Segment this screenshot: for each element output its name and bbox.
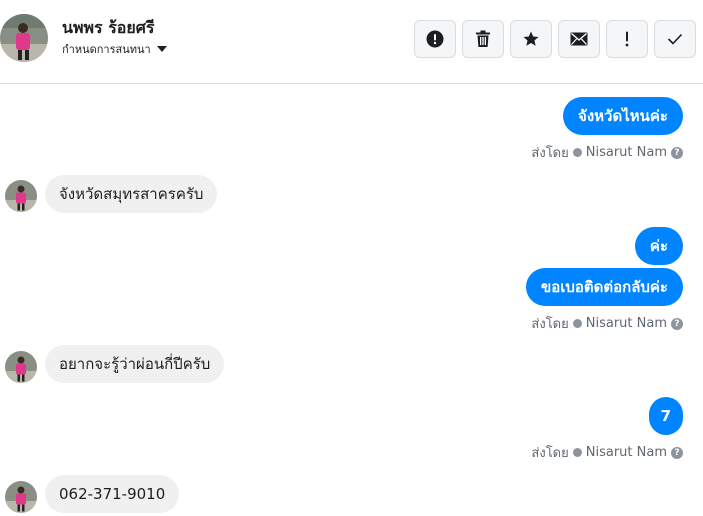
mark-unread-button[interactable] bbox=[558, 20, 600, 58]
conversation-settings-dropdown[interactable]: กำหนดการสนทนา bbox=[62, 40, 167, 58]
avatar bbox=[5, 351, 37, 383]
sent-by-line: ส่งโดย Nisarut Nam ? bbox=[531, 142, 683, 163]
contact-name: นพพร ร้อยศรี bbox=[62, 18, 155, 37]
check-icon bbox=[667, 33, 683, 45]
verified-dot-icon bbox=[572, 319, 582, 328]
message-outgoing: ขอเบอติดต่อกลับค่ะ bbox=[525, 268, 683, 306]
message-outgoing: จังหวัดไหนค่ะ bbox=[563, 97, 683, 135]
sent-by-prefix: ส่งโดย bbox=[531, 446, 569, 461]
star-button[interactable] bbox=[510, 20, 552, 58]
verified-dot-icon bbox=[572, 148, 582, 157]
sent-by-name: Nisarut Nam bbox=[585, 145, 667, 160]
conversation-header: นพพร ร้อยศรี กำหนดการสนทนา bbox=[0, 0, 703, 84]
verified-dot-icon bbox=[572, 448, 582, 457]
trash-icon bbox=[476, 30, 490, 47]
message-incoming: จังหวัดสมุทรสาครครับ bbox=[45, 175, 218, 213]
envelope-icon bbox=[570, 32, 588, 46]
avatar bbox=[5, 481, 37, 513]
sent-by-name: Nisarut Nam bbox=[585, 316, 667, 331]
sent-by-prefix: ส่งโดย bbox=[531, 317, 569, 332]
mark-done-button[interactable] bbox=[654, 20, 696, 58]
sent-by-prefix: ส่งโดย bbox=[531, 146, 569, 161]
star-icon bbox=[523, 31, 539, 46]
conversation-settings-label: กำหนดการสนทนา bbox=[62, 43, 151, 56]
help-icon[interactable]: ? bbox=[671, 146, 683, 159]
contact-avatar[interactable] bbox=[0, 14, 48, 62]
exclamation-circle-icon bbox=[426, 30, 444, 48]
help-icon[interactable]: ? bbox=[671, 446, 683, 459]
sent-by-line: ส่งโดย Nisarut Nam ? bbox=[531, 313, 683, 334]
message-incoming: อยากจะรู้ว่าผ่อนกี่ปีครับ bbox=[45, 345, 225, 383]
message-incoming: 062-371-9010 bbox=[45, 475, 180, 513]
avatar bbox=[5, 180, 37, 212]
help-icon[interactable]: ? bbox=[671, 317, 683, 330]
sent-by-line: ส่งโดย Nisarut Nam ? bbox=[531, 442, 683, 463]
message-outgoing: 7 bbox=[648, 397, 683, 435]
delete-button[interactable] bbox=[462, 20, 504, 58]
message-outgoing: ค่ะ bbox=[634, 227, 683, 265]
report-button[interactable] bbox=[414, 20, 456, 58]
caret-down-icon bbox=[156, 46, 167, 52]
exclamation-icon bbox=[625, 31, 629, 47]
mark-spam-button[interactable] bbox=[606, 20, 648, 58]
conversation-toolbar bbox=[414, 20, 696, 58]
sent-by-name: Nisarut Nam bbox=[585, 445, 667, 460]
